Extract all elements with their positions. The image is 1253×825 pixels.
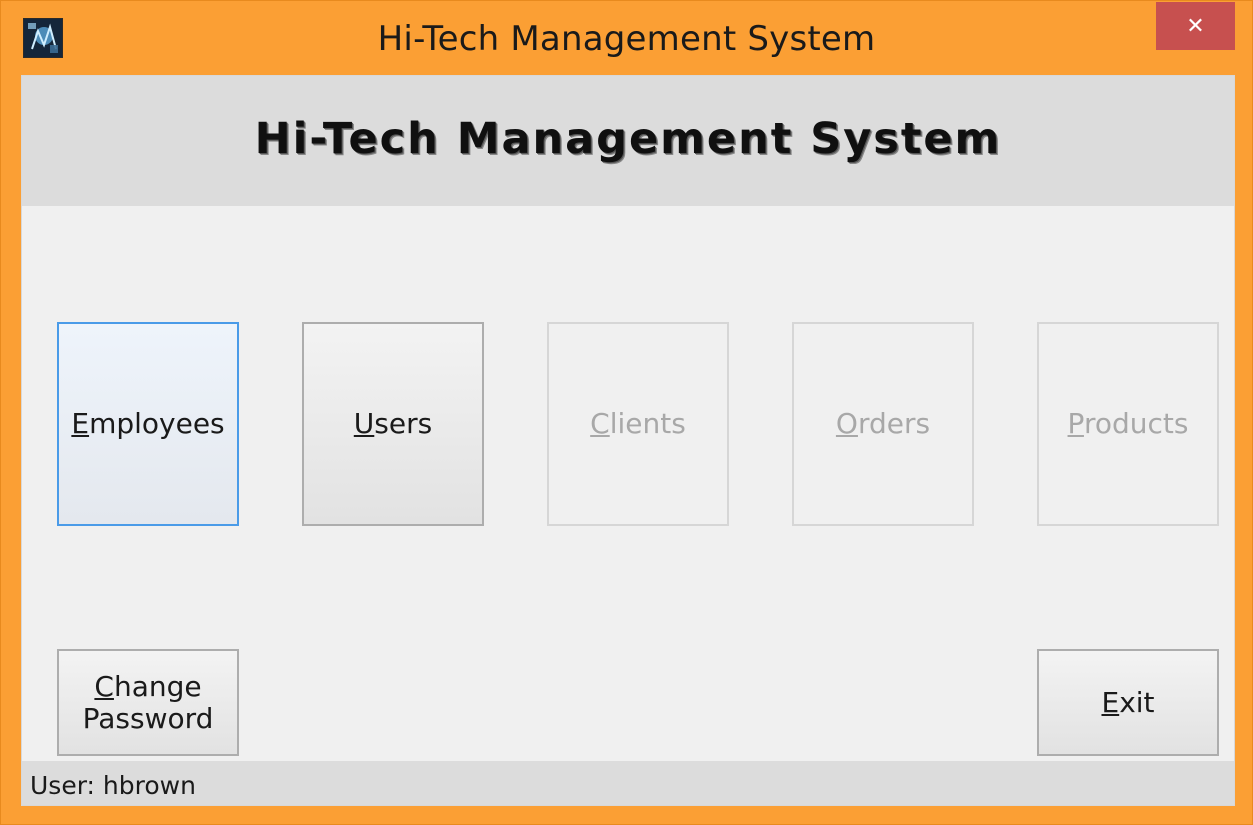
exit-button[interactable]: Exit xyxy=(1037,649,1219,756)
title-bar[interactable]: Hi-Tech Management System ✕ xyxy=(1,1,1252,75)
header-title: Hi-Tech Management System xyxy=(254,114,1002,164)
employees-button[interactable]: Employees xyxy=(57,322,239,526)
main-window: Hi-Tech Management System ✕ Hi-Tech Mana… xyxy=(0,0,1253,825)
close-button[interactable]: ✕ xyxy=(1156,2,1235,50)
close-icon: ✕ xyxy=(1186,13,1205,39)
employees-button-label: Employees xyxy=(71,407,225,440)
products-button-label: Products xyxy=(1067,407,1189,440)
form-client-area: Hi-Tech Management System Employees User… xyxy=(21,75,1235,806)
orders-button-label: Orders xyxy=(835,407,931,440)
change-password-button[interactable]: Change Password xyxy=(57,649,239,756)
window-title: Hi-Tech Management System xyxy=(377,19,876,59)
orders-button[interactable]: Orders xyxy=(792,322,974,526)
products-button[interactable]: Products xyxy=(1037,322,1219,526)
users-button-label: Users xyxy=(353,407,433,440)
status-bar: User: hbrown xyxy=(22,761,1234,805)
status-user-label: User: hbrown xyxy=(30,771,196,800)
clients-button[interactable]: Clients xyxy=(547,322,729,526)
exit-button-label: Exit xyxy=(1101,685,1155,719)
change-password-button-label: Change Password xyxy=(82,669,214,735)
users-button[interactable]: Users xyxy=(302,322,484,526)
header-panel: Hi-Tech Management System xyxy=(22,76,1234,206)
clients-button-label: Clients xyxy=(590,407,686,440)
